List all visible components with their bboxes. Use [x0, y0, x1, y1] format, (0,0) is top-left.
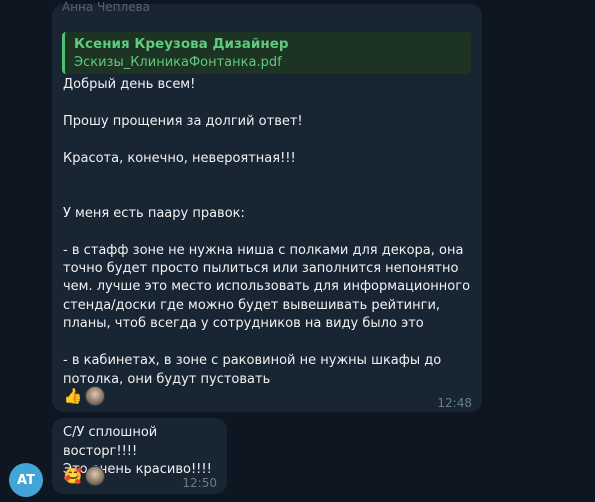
reply-file-name: Эскизы_КлиникаФонтанка.pdf [74, 55, 282, 70]
reactions[interactable]: 👍 [63, 386, 105, 406]
reply-author: Ксения Креузова Дизайнер [74, 36, 289, 52]
sender-name[interactable]: Анна Чеплева [62, 0, 150, 14]
reactor-avatar [85, 386, 105, 406]
message-time: 12:48 [437, 396, 472, 410]
message-time: 12:50 [182, 476, 217, 490]
reactor-avatar [85, 466, 105, 486]
message-bubble-1[interactable]: Анна Чеплева Ксения Креузова Дизайнер Эс… [52, 0, 482, 412]
message-bubble-2[interactable]: С/У сплошной восторг!!!! Это очень краси… [52, 418, 227, 494]
message-text: Добрый день всем! Прошу прощения за долг… [63, 77, 471, 387]
reply-preview[interactable]: Ксения Креузова Дизайнер Эскизы_КлиникаФ… [62, 32, 471, 74]
thumbs-up-reaction-icon[interactable]: 👍 [63, 386, 83, 406]
reactions[interactable]: 🥰 [63, 466, 105, 486]
smiling-hearts-reaction-icon[interactable]: 🥰 [63, 466, 83, 486]
sender-avatar[interactable]: AT [9, 463, 43, 497]
